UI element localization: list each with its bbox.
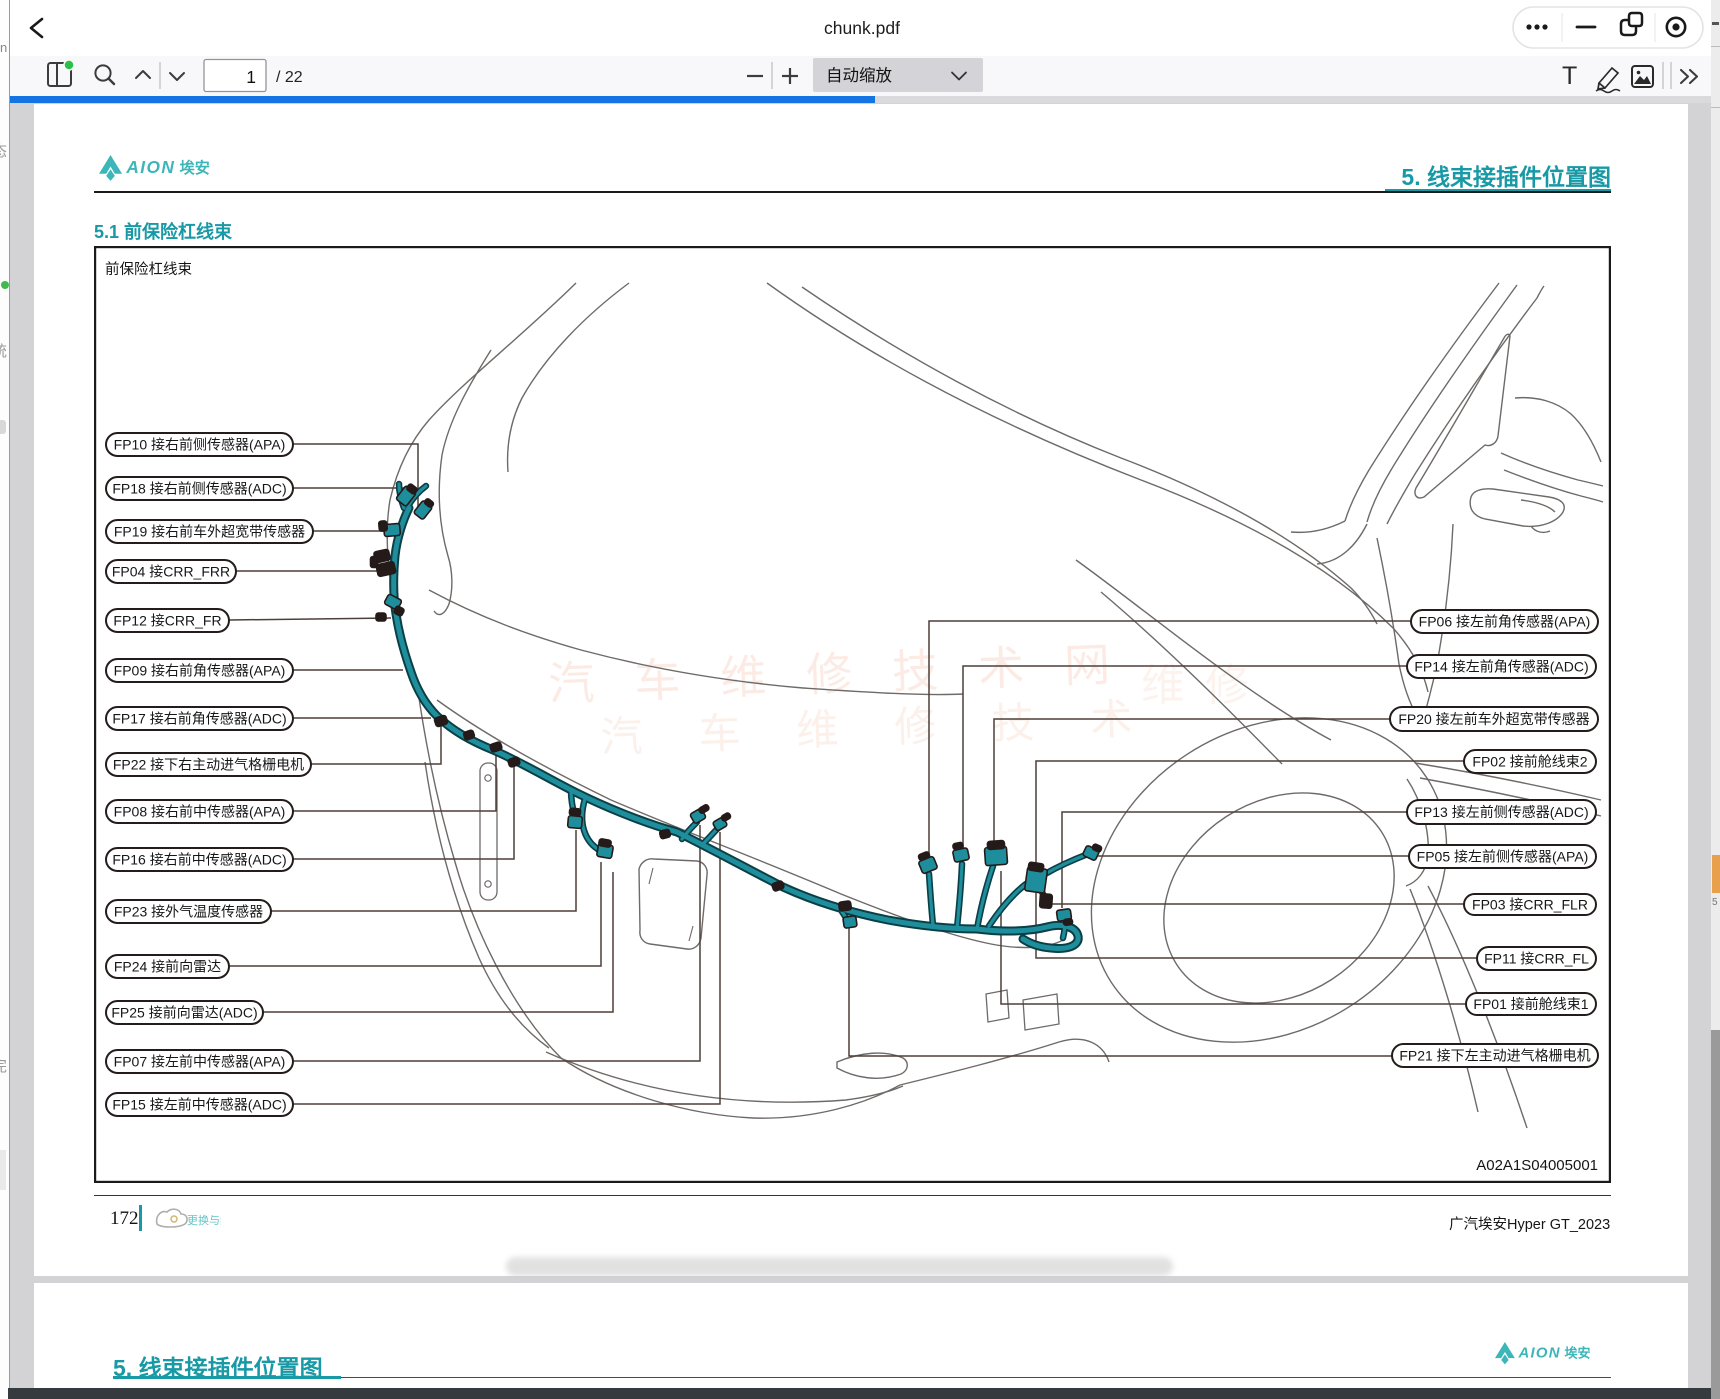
svg-text:FP01 接前舱线束1: FP01 接前舱线束1 xyxy=(1473,996,1588,1012)
svg-text:FP10 接右前侧传感器(APA): FP10 接右前侧传感器(APA) xyxy=(114,437,286,453)
svg-text:FP13 接左前侧传感器(ADC): FP13 接左前侧传感器(ADC) xyxy=(1414,804,1588,820)
svg-text:FP22 接下右主动进气格栅电机: FP22 接下右主动进气格栅电机 xyxy=(113,757,304,773)
svg-text:/ 22: / 22 xyxy=(276,69,303,86)
svg-text:FP03 接CRR_FLR: FP03 接CRR_FLR xyxy=(1472,897,1588,913)
svg-text:FP04 接CRR_FRR: FP04 接CRR_FRR xyxy=(112,564,230,580)
svg-text:FP14 接左前角传感器(ADC): FP14 接左前角传感器(ADC) xyxy=(1414,659,1588,675)
svg-text:FP07 接左前中传感器(APA): FP07 接左前中传感器(APA) xyxy=(114,1054,286,1070)
svg-text:维修: 维修 xyxy=(1141,661,1269,710)
svg-text:FP15 接左前中传感器(ADC): FP15 接左前中传感器(ADC) xyxy=(112,1097,286,1113)
svg-text:1: 1 xyxy=(246,67,256,87)
svg-text:AION: AION xyxy=(125,157,175,177)
svg-text:FP06 接左前角传感器(APA): FP06 接左前角传感器(APA) xyxy=(1419,614,1591,630)
svg-text:A02A1S04005001: A02A1S04005001 xyxy=(1476,1157,1598,1174)
svg-text:FP05 接左前侧传感器(APA): FP05 接左前侧传感器(APA) xyxy=(1417,849,1589,865)
svg-text:FP02 接前舱线束2: FP02 接前舱线束2 xyxy=(1472,754,1587,770)
svg-text:自动缩放: 自动缩放 xyxy=(826,66,893,85)
svg-text:FP09 接右前角传感器(APA): FP09 接右前角传感器(APA) xyxy=(114,663,286,679)
svg-text:埃安: 埃安 xyxy=(180,159,210,177)
svg-text:chunk.pdf: chunk.pdf xyxy=(824,18,900,38)
svg-text:T: T xyxy=(1562,62,1577,90)
svg-text:FP24 接前向雷达: FP24 接前向雷达 xyxy=(114,959,221,975)
svg-text:FP23 接外气温度传感器: FP23 接外气温度传感器 xyxy=(114,904,263,920)
svg-text:前保险杠线束: 前保险杠线束 xyxy=(105,261,192,278)
svg-text:FP21 接下左主动进气格栅电机: FP21 接下左主动进气格栅电机 xyxy=(1399,1048,1590,1064)
svg-text:FP19 接右前车外超宽带传感器: FP19 接右前车外超宽带传感器 xyxy=(114,524,305,540)
svg-text:FP25 接前向雷达(ADC): FP25 接前向雷达(ADC) xyxy=(111,1005,257,1021)
svg-text:FP16 接右前中传感器(ADC): FP16 接右前中传感器(ADC) xyxy=(112,852,286,868)
svg-text:FP20 接左前车外超宽带传感器: FP20 接左前车外超宽带传感器 xyxy=(1398,711,1589,727)
svg-text:埃安: 埃安 xyxy=(1564,1346,1590,1361)
svg-text:FP11 接CRR_FL: FP11 接CRR_FL xyxy=(1484,951,1589,967)
svg-text:更换与维修: 更换与维修 xyxy=(187,1213,221,1227)
svg-text:FP12 接CRR_FR: FP12 接CRR_FR xyxy=(113,613,221,629)
svg-text:FP17 接右前角传感器(ADC): FP17 接右前角传感器(ADC) xyxy=(112,711,286,727)
svg-text:FP08 接右前中传感器(APA): FP08 接右前中传感器(APA) xyxy=(114,804,286,820)
svg-text:FP18 接右前侧传感器(ADC): FP18 接右前侧传感器(ADC) xyxy=(112,481,286,497)
svg-text:AION: AION xyxy=(1518,1346,1561,1362)
